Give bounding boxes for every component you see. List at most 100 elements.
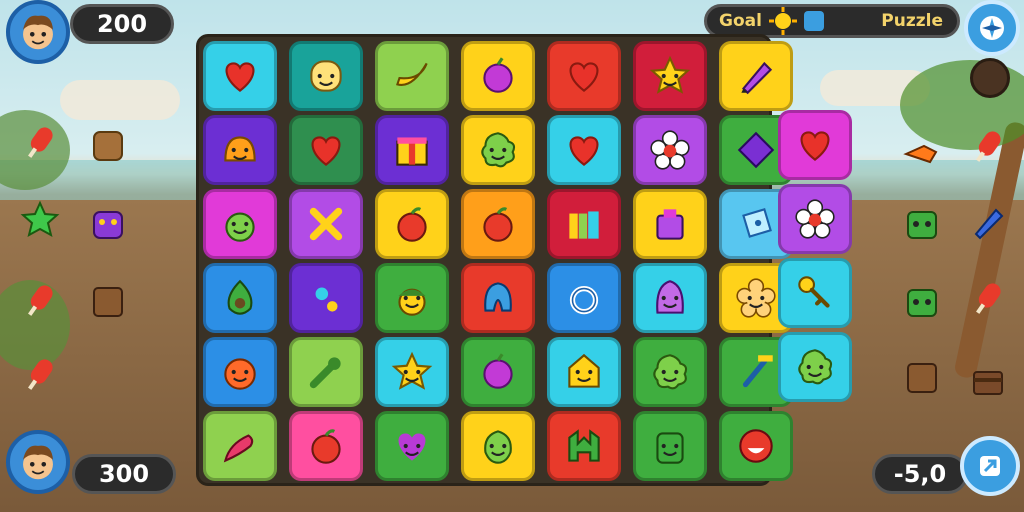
score-top-left: 200 bbox=[70, 4, 174, 44]
tile-smile-ball[interactable] bbox=[719, 411, 793, 481]
tile-tomato-face[interactable] bbox=[203, 337, 277, 407]
toast-icon[interactable] bbox=[898, 354, 946, 402]
tile-acorn-face[interactable] bbox=[375, 263, 449, 333]
tile-splat-face[interactable] bbox=[633, 337, 707, 407]
whistle-icon[interactable] bbox=[898, 130, 946, 178]
tile-gift[interactable] bbox=[375, 115, 449, 185]
chili-icon bbox=[223, 434, 254, 463]
tile-heart-face[interactable] bbox=[375, 411, 449, 481]
tile-apple[interactable] bbox=[289, 411, 363, 481]
tile-blob-face[interactable] bbox=[633, 263, 707, 333]
tile-pencil[interactable] bbox=[719, 41, 793, 111]
share-button[interactable] bbox=[960, 436, 1020, 496]
tile-apple[interactable] bbox=[461, 189, 535, 259]
tile-cross[interactable] bbox=[289, 189, 363, 259]
popsicle-icon[interactable] bbox=[16, 118, 64, 166]
cloud bbox=[60, 80, 180, 120]
popsicle-icon[interactable] bbox=[964, 274, 1012, 322]
tile-bell-face[interactable] bbox=[203, 115, 277, 185]
compass-icon bbox=[980, 16, 1004, 40]
cross-icon bbox=[309, 207, 343, 241]
plum-icon bbox=[483, 353, 513, 389]
heart-icon bbox=[225, 62, 255, 92]
tile-splat-face[interactable] bbox=[778, 332, 852, 402]
tile-splat-face[interactable] bbox=[461, 115, 535, 185]
tile-apple-face[interactable] bbox=[203, 189, 277, 259]
star-face-icon bbox=[391, 351, 433, 390]
wrench-icon bbox=[309, 357, 341, 389]
tile-plum[interactable] bbox=[461, 41, 535, 111]
goal-bar: Goal Puzzle bbox=[704, 4, 960, 38]
player-avatar-top[interactable] bbox=[6, 0, 70, 64]
moves-counter-value: -5,0 bbox=[893, 460, 947, 488]
kid-face-icon bbox=[23, 445, 53, 480]
puzzle-label: Puzzle bbox=[881, 11, 943, 31]
tile-heart[interactable] bbox=[778, 110, 852, 180]
tile-chili[interactable] bbox=[203, 411, 277, 481]
key-icon bbox=[798, 276, 830, 308]
jar-face-icon bbox=[656, 432, 684, 464]
tile-arch[interactable] bbox=[547, 411, 621, 481]
tile-wrench[interactable] bbox=[289, 337, 363, 407]
popsicle-icon[interactable] bbox=[964, 122, 1012, 170]
splat-face-icon bbox=[798, 349, 833, 385]
tile-star-face[interactable] bbox=[633, 41, 707, 111]
tile-heart[interactable] bbox=[289, 115, 363, 185]
books-icon bbox=[569, 211, 599, 239]
player-avatar-bottom[interactable] bbox=[6, 430, 70, 494]
tile-house-face[interactable] bbox=[547, 337, 621, 407]
toast-icon[interactable] bbox=[84, 278, 132, 326]
goal-label: Goal bbox=[719, 11, 762, 31]
cookie-icon[interactable] bbox=[84, 122, 132, 170]
tile-heart[interactable] bbox=[203, 41, 277, 111]
arch-icon bbox=[568, 429, 600, 462]
heart-icon bbox=[569, 62, 599, 92]
tile-heart[interactable] bbox=[547, 115, 621, 185]
coconut-icon bbox=[970, 58, 1010, 98]
tile-ring[interactable] bbox=[547, 263, 621, 333]
pencil-icon[interactable] bbox=[964, 198, 1012, 246]
tile-bag[interactable] bbox=[633, 189, 707, 259]
popsicle-icon[interactable] bbox=[16, 276, 64, 324]
acorn-face-icon bbox=[398, 288, 426, 316]
smiley-blob-icon bbox=[310, 60, 342, 92]
robot-icon[interactable] bbox=[898, 200, 946, 248]
monster-icon[interactable] bbox=[84, 200, 132, 248]
tile-blob-a[interactable] bbox=[461, 263, 535, 333]
tile-jar-face[interactable] bbox=[633, 411, 707, 481]
apple-icon bbox=[311, 429, 341, 464]
kid-face-icon bbox=[23, 15, 53, 50]
tile-dots[interactable] bbox=[289, 263, 363, 333]
flower-icon bbox=[795, 199, 835, 239]
score-bottom-left: 300 bbox=[72, 454, 176, 494]
tile-banana[interactable] bbox=[375, 41, 449, 111]
tile-avocado[interactable] bbox=[203, 263, 277, 333]
tile-smiley-blob[interactable] bbox=[289, 41, 363, 111]
tile-heart[interactable] bbox=[547, 41, 621, 111]
tile-pepper-face[interactable] bbox=[461, 411, 535, 481]
robot-icon[interactable] bbox=[898, 278, 946, 326]
tile-flower[interactable] bbox=[778, 184, 852, 254]
cake-icon[interactable] bbox=[964, 356, 1012, 404]
tile-books[interactable] bbox=[547, 189, 621, 259]
compass-button[interactable] bbox=[964, 0, 1020, 56]
blob-a-icon bbox=[484, 282, 512, 312]
ticket-icon bbox=[742, 208, 772, 238]
tile-flower[interactable] bbox=[633, 115, 707, 185]
ticket-icon bbox=[803, 11, 824, 31]
tile-apple[interactable] bbox=[375, 189, 449, 259]
banana-icon bbox=[396, 62, 428, 86]
score-bottom-left-value: 300 bbox=[98, 460, 150, 488]
bell-face-icon bbox=[224, 136, 256, 162]
game-board bbox=[196, 34, 793, 486]
dots-icon bbox=[315, 287, 338, 312]
gem-icon bbox=[737, 131, 775, 169]
splat-face-icon bbox=[481, 132, 516, 168]
tile-star-face[interactable] bbox=[375, 337, 449, 407]
popsicle-icon[interactable] bbox=[16, 350, 64, 398]
flower-face-icon bbox=[736, 278, 776, 318]
tile-plum[interactable] bbox=[461, 337, 535, 407]
star-icon[interactable] bbox=[16, 196, 64, 244]
tile-key[interactable] bbox=[778, 258, 852, 328]
apple-face-icon bbox=[225, 212, 255, 242]
